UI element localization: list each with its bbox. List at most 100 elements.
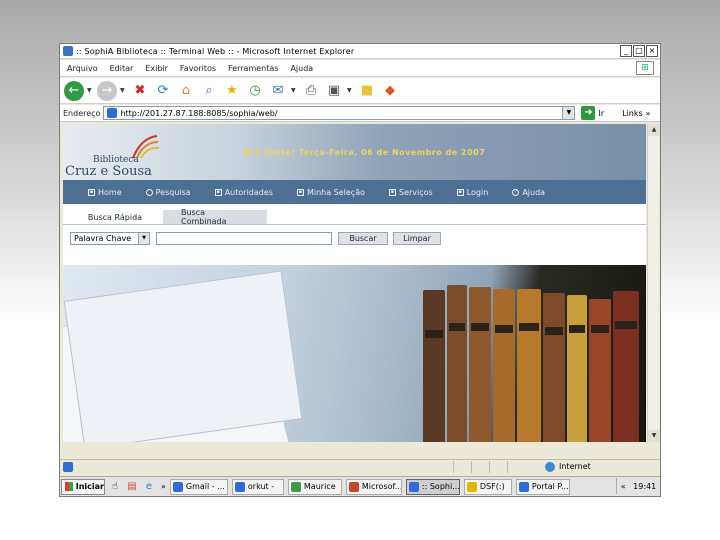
folder-icon[interactable]: ■ — [357, 81, 377, 101]
go-arrow-icon[interactable]: ➜ — [581, 106, 596, 120]
page-content: Biblioteca Cruz e Sousa Boa Noite! Terça… — [63, 124, 646, 442]
menu-editar[interactable]: Editar — [110, 64, 134, 73]
home-icon[interactable]: ⌂ — [176, 81, 196, 101]
book-spine-image — [613, 291, 639, 442]
address-bar: Endereço http://201.27.87.188:8085/sophi… — [60, 105, 660, 122]
maximize-button[interactable]: □ — [633, 45, 645, 57]
messenger-icon[interactable]: ◆ — [380, 81, 400, 101]
close-button[interactable]: × — [646, 45, 658, 57]
address-field[interactable]: http://201.27.87.188:8085/sophia/web/ ▼ — [103, 106, 576, 120]
buscar-button[interactable]: Buscar — [338, 231, 388, 245]
tray-chevron[interactable]: « — [621, 482, 626, 491]
login-nav-icon: ▪ — [456, 188, 464, 196]
ie-task-icon — [408, 481, 419, 492]
person-nav-icon: ▪ — [214, 188, 222, 196]
tab-busca-rapida[interactable]: Busca Rápida — [67, 210, 163, 224]
toolbar: ← ▼ → ▼ ✖ ⟳ ⌂ ⌕ ★ ◷ ✉ ▼ ⎙ ▣ ▼ ■ ◆ — [60, 78, 660, 104]
menu-ferramentas[interactable]: Ferramentas — [228, 64, 278, 73]
mail-dropdown-icon[interactable]: ▼ — [291, 87, 297, 94]
ie-icon — [63, 46, 73, 56]
edit-dropdown-icon[interactable]: ▼ — [347, 87, 353, 94]
history-icon[interactable]: ◷ — [245, 81, 265, 101]
go-button[interactable]: Ir — [598, 109, 604, 118]
task-portal[interactable]: Portal P... — [515, 478, 570, 495]
scroll-up-icon[interactable]: ▲ — [648, 124, 660, 136]
back-icon[interactable]: ← — [64, 80, 84, 101]
task-maurice[interactable]: Maurice — [287, 478, 342, 495]
status-bar: Internet — [60, 459, 660, 473]
security-zone: Internet — [545, 461, 591, 472]
window-title: :: SophiA Biblioteca :: Terminal Web :: … — [76, 46, 355, 56]
favorites-icon[interactable]: ★ — [222, 81, 242, 101]
book-spine-image — [423, 290, 445, 442]
address-dropdown-icon[interactable]: ▼ — [562, 107, 575, 119]
search-type-value: Palavra Chave — [74, 233, 132, 243]
refresh-icon[interactable]: ⟳ — [153, 81, 173, 101]
zone-label: Internet — [559, 462, 591, 471]
globe-icon — [545, 461, 555, 472]
greeting-text: Boa Noite! Terça-Feira, 06 de Novembro d… — [243, 148, 486, 157]
pdf-icon[interactable]: ▤ — [125, 480, 139, 494]
task-sophia[interactable]: :: Sophi... — [405, 478, 460, 495]
task-orkut[interactable]: orkut - — [231, 478, 284, 495]
task-dsf-label: DSF(:) — [479, 482, 505, 491]
search-input[interactable] — [156, 231, 332, 245]
task-microsoft[interactable]: Microsof... — [345, 478, 402, 495]
minimize-button[interactable]: _ — [620, 45, 632, 57]
nav-servicos-label: Serviços — [399, 187, 433, 197]
nav-login-label: Login — [466, 187, 489, 197]
vertical-scrollbar[interactable]: ▲ ▼ — [647, 124, 660, 442]
help-nav-icon: ? — [512, 188, 520, 196]
ie-quicklaunch-icon[interactable]: e — [142, 480, 156, 494]
book-spine-image — [493, 289, 515, 442]
services-nav-icon: ▪ — [389, 188, 396, 196]
nav-ajuda[interactable]: ? Ajuda — [512, 188, 545, 197]
paper-sheet-image — [63, 270, 303, 442]
search-type-select[interactable]: Palavra Chave ▼ — [70, 231, 150, 245]
tab-busca-combinada[interactable]: Busca Combinada — [163, 208, 267, 226]
limpar-button[interactable]: Limpar — [393, 231, 441, 245]
forward-icon[interactable]: → — [97, 80, 117, 101]
hand-icon[interactable]: ☝ — [108, 480, 122, 494]
nav-servicos[interactable]: ▪ Serviços — [389, 188, 433, 197]
nav-pesquisa[interactable]: Pesquisa — [145, 187, 191, 197]
nav-autoridades[interactable]: ▪ Autoridades — [214, 187, 273, 197]
print-icon[interactable]: ⎙ — [301, 81, 321, 101]
nav-home[interactable]: ▪ Home — [88, 188, 122, 197]
start-button[interactable]: Iniciar — [61, 478, 105, 495]
menu-exibir[interactable]: Exibir — [145, 64, 168, 73]
nav-autoridades-label: Autoridades — [224, 187, 273, 197]
status-pane — [489, 460, 507, 473]
mail-icon[interactable]: ✉ — [268, 81, 288, 101]
task-dsf[interactable]: DSF(:) — [463, 478, 512, 495]
links-label[interactable]: Links — [622, 109, 643, 118]
nav-ajuda-label: Ajuda — [522, 187, 546, 197]
edit-icon[interactable]: ▣ — [324, 81, 344, 101]
nav-login[interactable]: ▪ Login — [456, 187, 489, 197]
status-pane — [507, 460, 525, 473]
forward-dropdown-icon[interactable]: ▼ — [120, 87, 126, 94]
menu-favoritos[interactable]: Favoritos — [180, 64, 216, 73]
menu-arquivo[interactable]: Arquivo — [67, 64, 98, 73]
search-tabs: Busca Rápida Busca Combinada — [63, 208, 646, 226]
grid-nav-icon: ▪ — [296, 188, 304, 196]
back-dropdown-icon[interactable]: ▼ — [87, 87, 93, 94]
quicklaunch-chevron[interactable]: » — [161, 482, 166, 491]
task-gmail[interactable]: Gmail - ... — [169, 478, 228, 495]
select-dropdown-icon[interactable]: ▼ — [138, 232, 149, 244]
powerpoint-task-icon — [348, 481, 359, 492]
address-url[interactable]: http://201.27.87.188:8085/sophia/web/ — [120, 109, 277, 118]
menu-ajuda[interactable]: Ajuda — [290, 64, 313, 73]
stop-icon[interactable]: ✖ — [130, 81, 150, 101]
nav-minha-selecao-label: Minha Seleção — [306, 187, 365, 197]
library-logo: Biblioteca Cruz e Sousa — [63, 124, 163, 180]
nav-pesquisa-label: Pesquisa — [155, 187, 191, 197]
nav-home-label: Home — [98, 187, 122, 197]
address-label: Endereço — [63, 108, 101, 118]
search-icon[interactable]: ⌕ — [199, 81, 219, 101]
menu-bar: Arquivo Editar Exibir Favoritos Ferramen… — [60, 60, 660, 77]
nav-minha-selecao[interactable]: ▪ Minha Seleção — [296, 187, 365, 197]
system-tray: « 19:41 — [616, 478, 660, 494]
links-chevron[interactable]: » — [646, 109, 651, 118]
scroll-down-icon[interactable]: ▼ — [648, 430, 660, 442]
